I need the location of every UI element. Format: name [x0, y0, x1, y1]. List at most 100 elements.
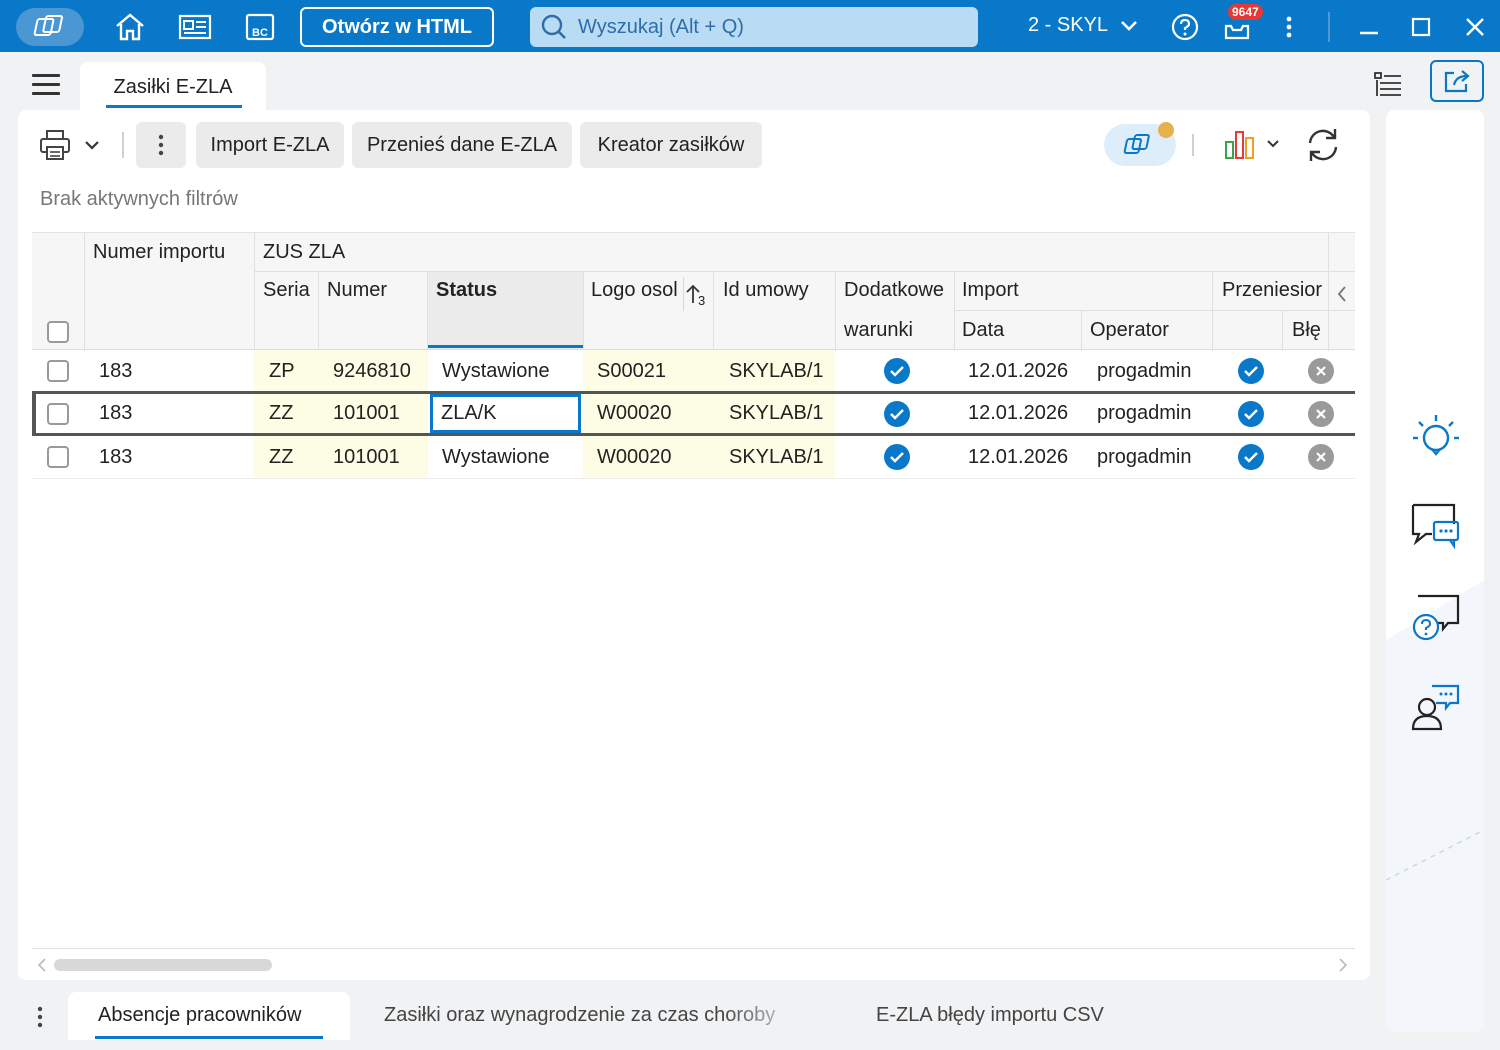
chevron-down-icon [1121, 20, 1137, 31]
status-dot [1158, 122, 1174, 138]
share-button[interactable] [1430, 60, 1484, 102]
tab-zasilki-wynagrodzenie[interactable]: Zasiłki oraz wynagrodzenie za czas choro… [384, 1004, 808, 1027]
company-selector[interactable]: 2 - SKYL [1028, 14, 1138, 37]
header-dodatkowe[interactable]: Dodatkowe [844, 279, 944, 302]
header-status[interactable]: Status [436, 279, 497, 302]
tab-label: Zasiłki E-ZLA [113, 76, 233, 98]
active-filters-text: Brak aktywnych filtrów [40, 188, 238, 210]
cell-status-focused[interactable]: ZLA/K [430, 394, 581, 433]
transfer-e-zla-button[interactable]: Przenieś dane E-ZLA [352, 122, 572, 168]
print-button[interactable] [38, 128, 100, 162]
bc-icon[interactable]: BC [243, 10, 277, 44]
cell-operator: progadmin [1097, 402, 1192, 424]
error-x-icon [1308, 358, 1334, 384]
more-actions-button[interactable] [136, 122, 186, 168]
search-placeholder: Wyszukaj (Alt + Q) [578, 15, 744, 38]
checkmark-icon [1238, 400, 1264, 427]
printer-icon [40, 130, 70, 160]
chevron-down-icon [1267, 140, 1279, 148]
tab-e-zla-bledy-importu[interactable]: E-ZLA błędy importu CSV [876, 1004, 1104, 1027]
checkmark-icon [884, 444, 910, 470]
cell-numer: 101001 [318, 436, 428, 478]
cell-numer-importu: 183 [99, 445, 133, 468]
cell-status: Wystawione [442, 445, 550, 468]
sort-indicator[interactable]: 3 [683, 277, 713, 311]
sort-order-number: 3 [698, 292, 706, 308]
checkmark-icon [1238, 358, 1264, 384]
tab-zasilki-e-zla[interactable]: Zasiłki E-ZLA [80, 62, 266, 112]
close-icon[interactable] [1458, 10, 1492, 44]
table-row-selected[interactable]: 183 ZZ 101001 ZLA/K W00020 SKYLAB/1 12.0… [32, 391, 1355, 436]
search-input[interactable]: Wyszukaj (Alt + Q) [530, 7, 978, 47]
header-numer[interactable]: Numer [327, 279, 387, 302]
header-data[interactable]: Data [962, 319, 1004, 342]
open-html-button[interactable]: Otwórz w HTML [300, 7, 494, 47]
home-icon[interactable] [113, 10, 147, 44]
chart-button[interactable] [1224, 128, 1280, 160]
header-id-umowy[interactable]: Id umowy [723, 279, 809, 302]
horizontal-scrollbar[interactable] [32, 948, 1355, 978]
svg-text:BC: BC [252, 27, 268, 39]
header-operator[interactable]: Operator [1090, 319, 1169, 342]
minimize-icon[interactable] [1352, 10, 1386, 44]
header-zus-zla: ZUS ZLA [263, 241, 346, 263]
scroll-columns-left-icon[interactable] [1330, 277, 1354, 311]
menu-icon[interactable] [32, 74, 60, 96]
cell-status: Wystawione [442, 359, 550, 382]
refresh-icon[interactable] [1304, 126, 1342, 170]
toolbar-divider [122, 132, 124, 158]
header-import: Import [962, 279, 1019, 301]
scroll-right-icon[interactable] [1337, 957, 1349, 973]
sort-column-indicator [428, 345, 583, 348]
header-numer-importu[interactable]: Numer importu [93, 241, 225, 264]
row-checkbox[interactable] [47, 402, 69, 425]
header-bledy[interactable]: Błę [1292, 319, 1328, 342]
cell-data: 12.01.2026 [968, 402, 1069, 424]
cell-seria: ZZ [254, 436, 318, 478]
row-checkbox[interactable] [47, 446, 69, 468]
scrollbar-thumb[interactable] [54, 959, 272, 971]
cell-numer: 101001 [318, 394, 428, 433]
row-checkbox[interactable] [47, 360, 69, 382]
table-row[interactable]: 183 ZP 9246810 Wystawione S00021 SKYLAB/… [32, 350, 1355, 393]
more-vertical-icon[interactable] [1272, 10, 1306, 44]
support-agent-icon[interactable] [1410, 682, 1462, 734]
table-header: Numer importu ZUS ZLA Seria Numer Status… [32, 232, 1355, 351]
error-x-icon [1308, 400, 1334, 427]
bottom-tab-bar: Absencje pracowników Zasiłki oraz wynagr… [0, 990, 1380, 1050]
ai-assistant-button[interactable] [1104, 122, 1176, 166]
toolbar-divider [1192, 134, 1194, 156]
bar-chart-icon [1225, 131, 1254, 159]
checkmark-icon [884, 358, 910, 384]
more-vertical-icon[interactable] [30, 1004, 50, 1036]
cell-data: 12.01.2026 [968, 359, 1069, 382]
news-icon[interactable] [178, 10, 212, 44]
table-row[interactable]: 183 ZZ 101001 Wystawione W00020 SKYLAB/1… [32, 436, 1355, 479]
cell-id-umowy: SKYLAB/1 [729, 402, 824, 424]
cell-seria: ZZ [254, 394, 318, 433]
cell-operator: progadmin [1097, 445, 1192, 468]
right-sidebar [1386, 110, 1484, 1032]
cell-numer-importu: 183 [99, 402, 133, 424]
header-przeniesione[interactable]: Przeniesior [1222, 279, 1328, 302]
active-tab-underline [106, 105, 242, 108]
import-e-zla-button[interactable]: Import E-ZLA [196, 122, 344, 168]
cell-id-umowy: SKYLAB/1 [729, 359, 824, 382]
chat-icon[interactable] [1410, 500, 1462, 552]
checkmark-icon [884, 400, 910, 427]
benefit-wizard-button[interactable]: Kreator zasiłków [580, 122, 762, 168]
help-chat-icon[interactable] [1410, 592, 1462, 644]
help-icon[interactable] [1168, 10, 1202, 44]
select-all-checkbox[interactable] [47, 321, 69, 343]
checkmark-icon [1238, 444, 1264, 470]
tab-absencje-pracownikow[interactable]: Absencje pracowników [98, 1004, 301, 1027]
list-view-icon[interactable] [1372, 70, 1404, 106]
scroll-left-icon[interactable] [36, 957, 48, 973]
cell-seria: ZP [254, 350, 318, 392]
header-logo[interactable]: Logo osol [591, 279, 683, 302]
maximize-icon[interactable] [1404, 10, 1438, 44]
tips-lightbulb-icon[interactable] [1410, 410, 1462, 462]
app-logo-icon[interactable] [16, 8, 84, 46]
cell-operator: progadmin [1097, 359, 1192, 382]
header-seria[interactable]: Seria [263, 279, 310, 302]
